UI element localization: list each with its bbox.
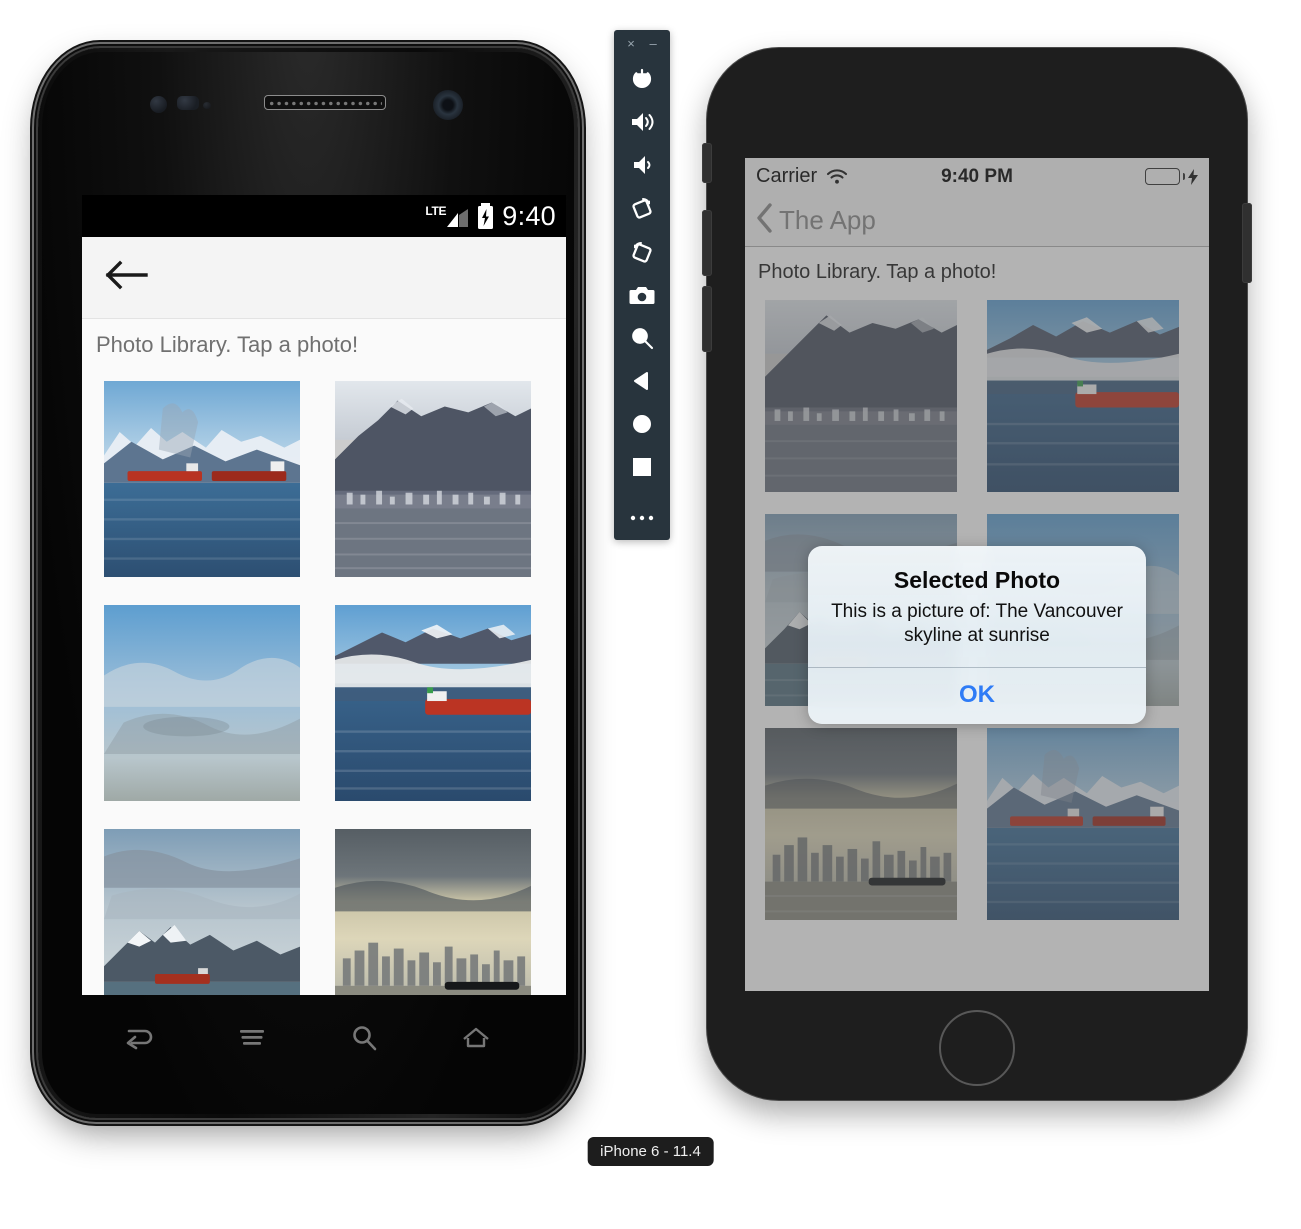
alert-message: This is a picture of: The Vancouver skyl… (831, 601, 1123, 646)
ios-volume-down-button[interactable] (702, 286, 712, 352)
alert-title: Selected Photo (893, 567, 1061, 593)
ios-simulator-device: Carrier 9:40 PM The App Photo Library. T… (702, 48, 1252, 1100)
android-status-bar: LTE 9:40 (82, 195, 566, 237)
ios-screen[interactable]: Carrier 9:40 PM The App Photo Library. T… (745, 158, 1209, 991)
android-page-subtitle: Photo Library. Tap a photo! (82, 319, 566, 369)
ios-silent-switch[interactable] (702, 143, 712, 183)
android-emulator-device: LTE 9:40 Photo Library. Tap a photo! (38, 48, 578, 1118)
photo-tile-red-tanker-cloud-bank[interactable] (335, 605, 531, 801)
photo-tile-vancouver-skyline-sunrise[interactable] (335, 829, 531, 995)
rotate-left-icon[interactable] (614, 187, 670, 230)
android-device-face: LTE 9:40 Photo Library. Tap a photo! (42, 52, 574, 1114)
android-hardware-nav-bar (46, 998, 570, 1108)
menu-icon[interactable] (224, 1016, 280, 1060)
home-icon[interactable] (448, 1016, 504, 1060)
selected-photo-alert: Selected Photo This is a picture of: The… (808, 546, 1146, 724)
front-camera-icon (433, 90, 463, 120)
ios-home-button[interactable] (939, 1010, 1015, 1086)
minimize-icon[interactable]: – (649, 37, 656, 50)
camera-icon[interactable] (614, 273, 670, 316)
screenshot-root: LTE 9:40 Photo Library. Tap a photo! × –… (0, 0, 1301, 1229)
arrow-left-icon[interactable] (104, 259, 150, 296)
battery-charging-icon (478, 203, 494, 229)
volume-up-icon[interactable] (614, 101, 670, 144)
android-screen[interactable]: LTE 9:40 Photo Library. Tap a photo! (82, 195, 566, 995)
earpiece-speaker-icon (264, 95, 386, 110)
android-network-label: LTE (425, 203, 447, 218)
more-icon[interactable] (614, 497, 670, 540)
alert-ok-button[interactable]: OK (808, 668, 1146, 724)
photo-tile-two-red-tankers-snowy-mountains[interactable] (104, 381, 300, 577)
search-icon[interactable] (336, 1016, 392, 1060)
close-icon[interactable]: × (627, 37, 635, 50)
overview-square-icon[interactable] (614, 446, 670, 489)
power-icon[interactable] (614, 57, 670, 100)
back-triangle-icon[interactable] (614, 359, 670, 402)
home-circle-icon[interactable] (614, 403, 670, 446)
android-app-bar (82, 237, 566, 319)
volume-down-icon[interactable] (614, 144, 670, 187)
ios-volume-up-button[interactable] (702, 210, 712, 276)
photo-tile-red-tanker-sunlit-peaks[interactable] (104, 829, 300, 995)
rotate-right-icon[interactable] (614, 230, 670, 273)
android-clock: 9:40 (502, 200, 556, 231)
alert-body: Selected Photo This is a picture of: The… (808, 546, 1146, 667)
photo-tile-blue-sky-over-clouds[interactable] (104, 605, 300, 801)
signal-bars-icon: LTE (425, 205, 469, 228)
ios-device-label: iPhone 6 - 11.4 (587, 1137, 714, 1166)
light-sensor-icon (177, 96, 199, 110)
notification-led-icon (203, 102, 211, 109)
emulator-window-controls: × – (614, 30, 670, 57)
ios-power-button[interactable] (1242, 203, 1252, 283)
back-icon[interactable] (112, 1016, 168, 1060)
android-photo-grid (82, 369, 566, 995)
emulator-toolbar: × – (614, 30, 670, 540)
proximity-sensor-icon (150, 96, 167, 113)
photo-tile-mountain-over-city-skyline[interactable] (335, 381, 531, 577)
zoom-icon[interactable] (614, 316, 670, 359)
